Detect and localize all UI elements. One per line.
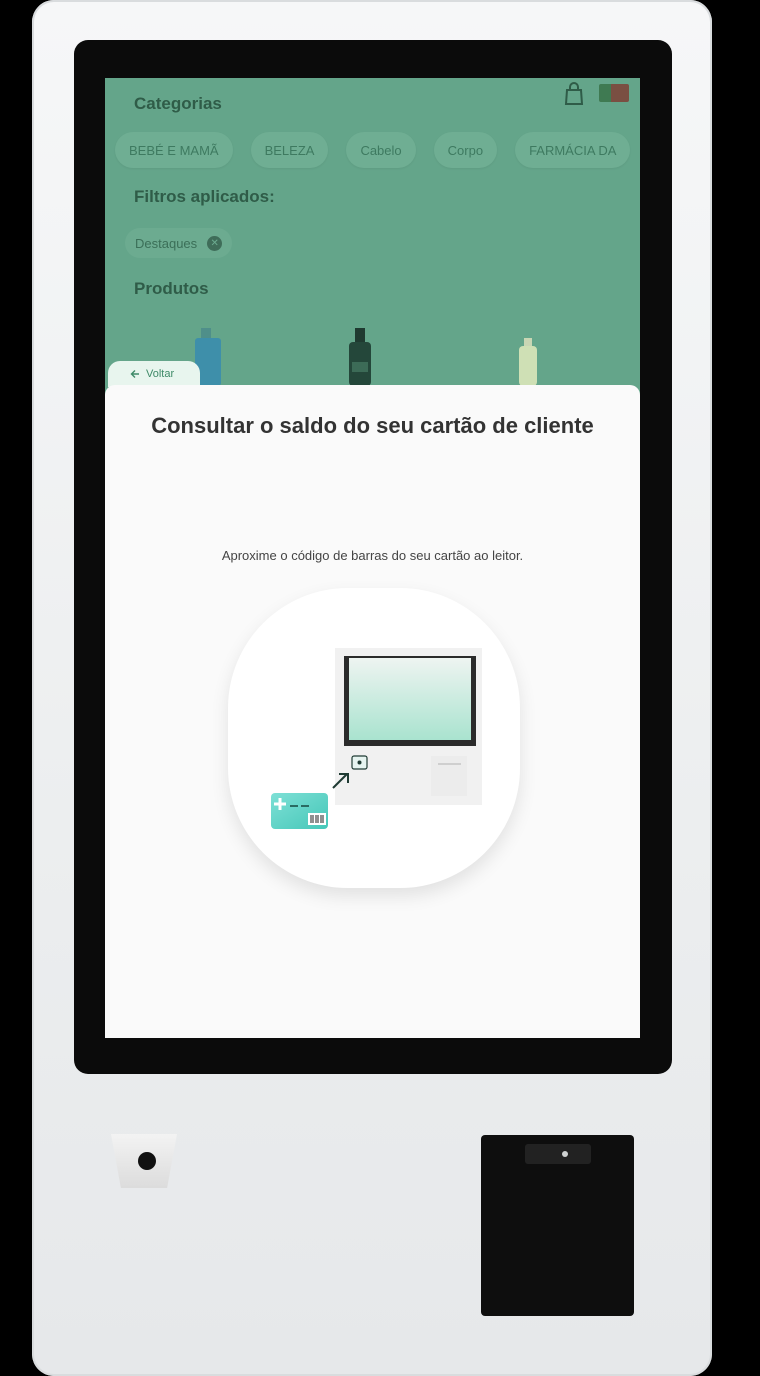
- kiosk-screen: Categorias BEBÉ E MAMÃ BELEZA Cabelo Cor…: [105, 78, 640, 1038]
- kiosk-scanner-illustration: [271, 648, 482, 829]
- back-button[interactable]: Voltar: [108, 361, 200, 387]
- scan-illustration: [228, 588, 520, 888]
- applied-filter-label: Destaques: [135, 235, 198, 251]
- background-app: Categorias BEBÉ E MAMÃ BELEZA Cabelo Cor…: [105, 78, 640, 398]
- shopping-bag-icon[interactable]: [545, 78, 603, 110]
- filters-title: Filtros aplicados:: [134, 187, 275, 206]
- product-image[interactable]: [515, 336, 541, 386]
- portugal-flag-icon[interactable]: [599, 84, 629, 102]
- modal-instruction: Aproxime o código de barras do seu cartã…: [221, 548, 524, 563]
- category-chip[interactable]: BELEZA: [250, 132, 329, 168]
- arrow-left-icon: [130, 370, 139, 378]
- camera-lens: [138, 1152, 156, 1170]
- balance-check-modal: Consultar o saldo do seu cartão de clien…: [105, 385, 640, 1038]
- categories-title: Categorias: [134, 94, 222, 113]
- products-title: Produtos: [134, 279, 209, 298]
- category-chips: BEBÉ E MAMÃ BELEZA Cabelo Corpo FARMÁCIA…: [115, 132, 631, 168]
- printer-slot: [525, 1144, 591, 1164]
- modal-title: Consultar o saldo do seu cartão de clien…: [151, 413, 594, 438]
- printer-led: [562, 1151, 568, 1157]
- category-chip[interactable]: FARMÁCIA DA: [515, 132, 631, 168]
- remove-filter-icon[interactable]: ✕: [207, 235, 223, 251]
- category-chip[interactable]: BEBÉ E MAMÃ: [115, 132, 233, 168]
- back-label: Voltar: [146, 368, 175, 380]
- category-chip[interactable]: Corpo: [433, 132, 498, 168]
- applied-filter-chip[interactable]: Destaques ✕: [125, 228, 233, 258]
- category-chip[interactable]: Cabelo: [346, 132, 416, 168]
- product-image[interactable]: [345, 326, 375, 386]
